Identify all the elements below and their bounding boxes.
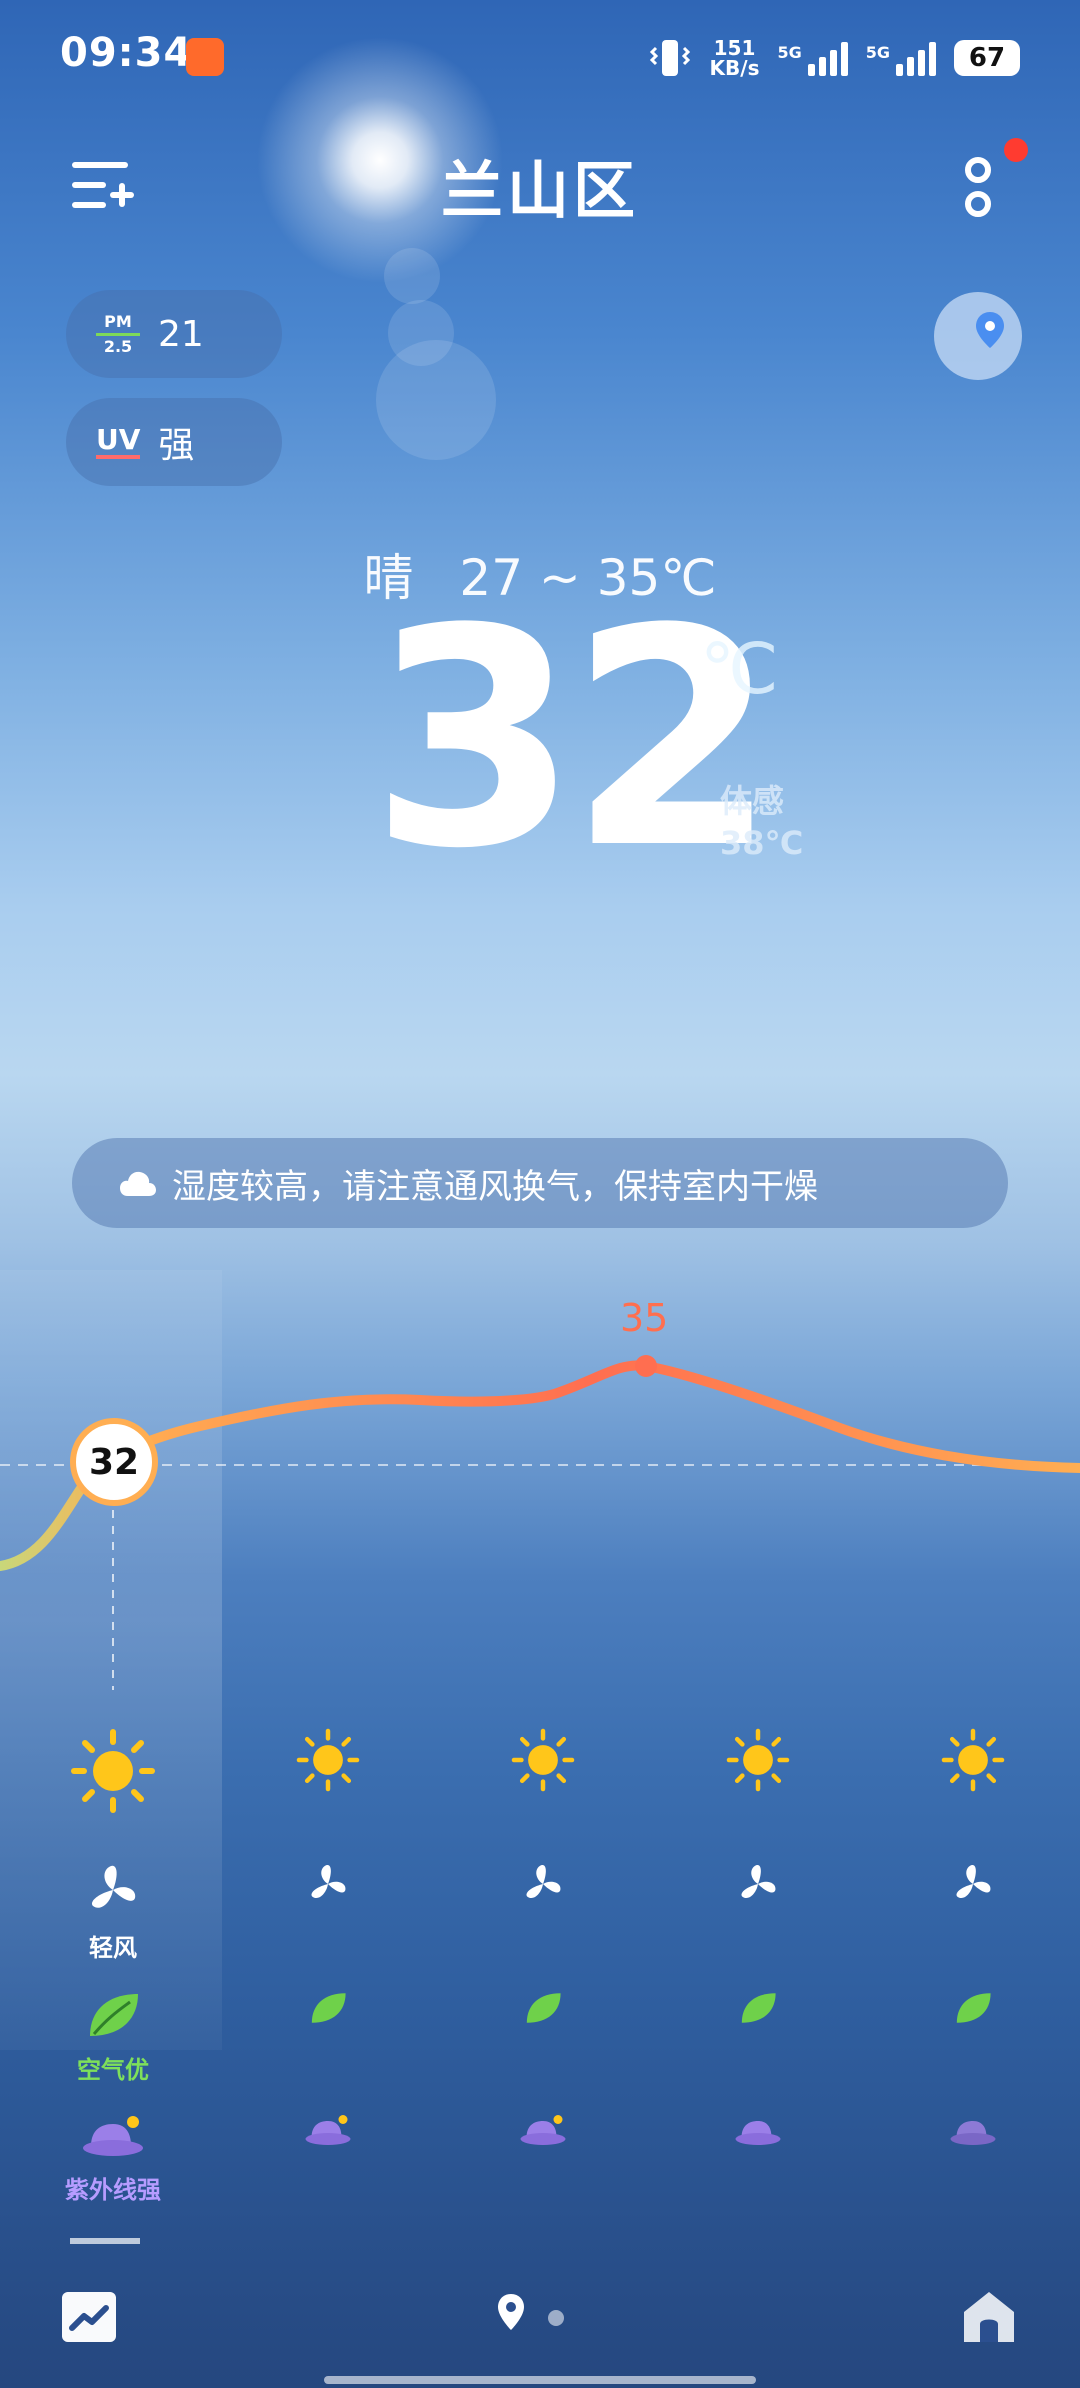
hour-wind — [688, 1862, 828, 1963]
hat-sun-icon — [83, 2116, 143, 2156]
cloud-icon — [120, 1171, 156, 1196]
leaf-icon — [526, 1993, 561, 2023]
fan-icon — [526, 1864, 561, 1898]
uv-icon: UV — [96, 425, 141, 459]
hour-weather — [903, 1728, 1043, 1818]
weather-tip-text: 湿度较高，请注意通风换气，保持室内干燥 — [172, 1166, 818, 1207]
status-time: 09:34 — [60, 30, 193, 76]
fan-icon — [311, 1864, 346, 1898]
uv-chip[interactable]: UV 强 — [66, 398, 282, 486]
wind-label: 轻风 — [89, 1934, 137, 1962]
peak-point — [635, 1355, 657, 1377]
hourly-weather-row — [43, 1728, 1043, 1818]
sim2-label: 5G — [865, 43, 890, 62]
current-temp-marker: 32 — [70, 1418, 158, 1506]
sun-icon — [296, 1728, 360, 1792]
sim1-label: 5G — [777, 43, 802, 62]
map-pin-icon — [976, 312, 1004, 348]
lens-flare — [384, 248, 440, 304]
hour-air: 空气优 — [43, 1990, 183, 2085]
fan-icon — [741, 1864, 776, 1898]
hour-air — [473, 1990, 613, 2085]
signal-sim2-icon: 5G — [866, 40, 936, 76]
hat-icon — [735, 2121, 781, 2145]
signal-sim1-icon: 5G — [777, 40, 848, 76]
pm-bottom: 2.5 — [103, 336, 133, 356]
air-quality-label: 空气优 — [77, 2056, 149, 2084]
battery-icon: 67 — [954, 40, 1020, 76]
net-speed-unit: KB/s — [709, 56, 760, 80]
hat-icon — [950, 2121, 996, 2145]
status-icons: 151 KB/s 5G 5G 67 — [648, 30, 1020, 86]
page-title: 兰山区 — [440, 154, 639, 227]
sun-icon — [941, 1728, 1005, 1792]
hour-wind: 轻风 — [43, 1862, 183, 1963]
hour-uv — [688, 2112, 828, 2205]
hour-wind — [903, 1862, 1043, 1963]
leaf-icon — [90, 1994, 138, 2036]
hour-air — [903, 1990, 1043, 2085]
feels-like-label: 体感 — [720, 782, 785, 820]
leaf-icon — [311, 1993, 346, 2023]
hourly-uv-row: 紫外线强 — [43, 2112, 1043, 2205]
lens-flare — [376, 340, 496, 460]
feels-like: 体感 38℃ — [720, 780, 803, 864]
notification-dot — [1004, 138, 1028, 162]
app-notification-icon — [186, 38, 224, 76]
location-pin-icon[interactable] — [496, 2292, 526, 2332]
hour-uv: 紫外线强 — [43, 2112, 183, 2205]
hour-uv — [258, 2112, 398, 2205]
home-icon[interactable] — [960, 2288, 1018, 2346]
pm25-icon: PM 2.5 — [96, 311, 140, 356]
temperature-unit: ℃ — [700, 628, 779, 710]
weather-tip-banner[interactable]: 湿度较高，请注意通风换气，保持室内干燥 — [72, 1138, 1008, 1228]
net-speed-value: 151 — [713, 36, 756, 60]
pm25-value: 21 — [158, 313, 204, 355]
hour-weather — [258, 1728, 398, 1818]
feels-like-value: 38℃ — [720, 824, 804, 862]
hourly-air-row: 空气优 — [43, 1990, 1043, 2085]
net-speed: 151 KB/s — [710, 38, 760, 78]
hat-sun-icon — [305, 2115, 351, 2145]
pm-top: PM — [104, 311, 132, 331]
fan-icon — [91, 1865, 136, 1908]
uv-value: 强 — [158, 425, 195, 466]
peak-temp-label: 35 — [620, 1296, 669, 1340]
hour-air — [688, 1990, 828, 2085]
hour-wind — [473, 1862, 613, 1963]
hour-uv — [473, 2112, 613, 2205]
trend-chart-icon[interactable] — [62, 2292, 116, 2342]
hourly-wind-row: 轻风 — [43, 1862, 1043, 1963]
pm25-chip[interactable]: PM 2.5 21 — [66, 290, 282, 378]
fan-icon — [956, 1864, 991, 1898]
sun-icon — [726, 1728, 790, 1792]
hour-wind — [258, 1862, 398, 1963]
sun-icon — [511, 1728, 575, 1792]
hour-weather — [43, 1728, 183, 1818]
sun-icon — [71, 1729, 155, 1813]
leaf-icon — [741, 1993, 776, 2023]
more-icon[interactable] — [958, 148, 998, 226]
map-location-button[interactable] — [934, 292, 1022, 380]
hourly-temp-curve — [0, 1355, 1080, 1690]
vibrate-icon — [649, 40, 690, 76]
cut-off-row — [70, 2238, 140, 2244]
hat-sun-icon — [520, 2115, 566, 2145]
home-indicator[interactable] — [324, 2376, 756, 2384]
page-indicator-dot — [548, 2310, 564, 2326]
hour-air — [258, 1990, 398, 2085]
hour-uv — [903, 2112, 1043, 2205]
uv-level-label: 紫外线强 — [65, 2176, 161, 2204]
hour-weather — [473, 1728, 613, 1818]
leaf-icon — [956, 1993, 991, 2023]
hour-weather — [688, 1728, 828, 1818]
